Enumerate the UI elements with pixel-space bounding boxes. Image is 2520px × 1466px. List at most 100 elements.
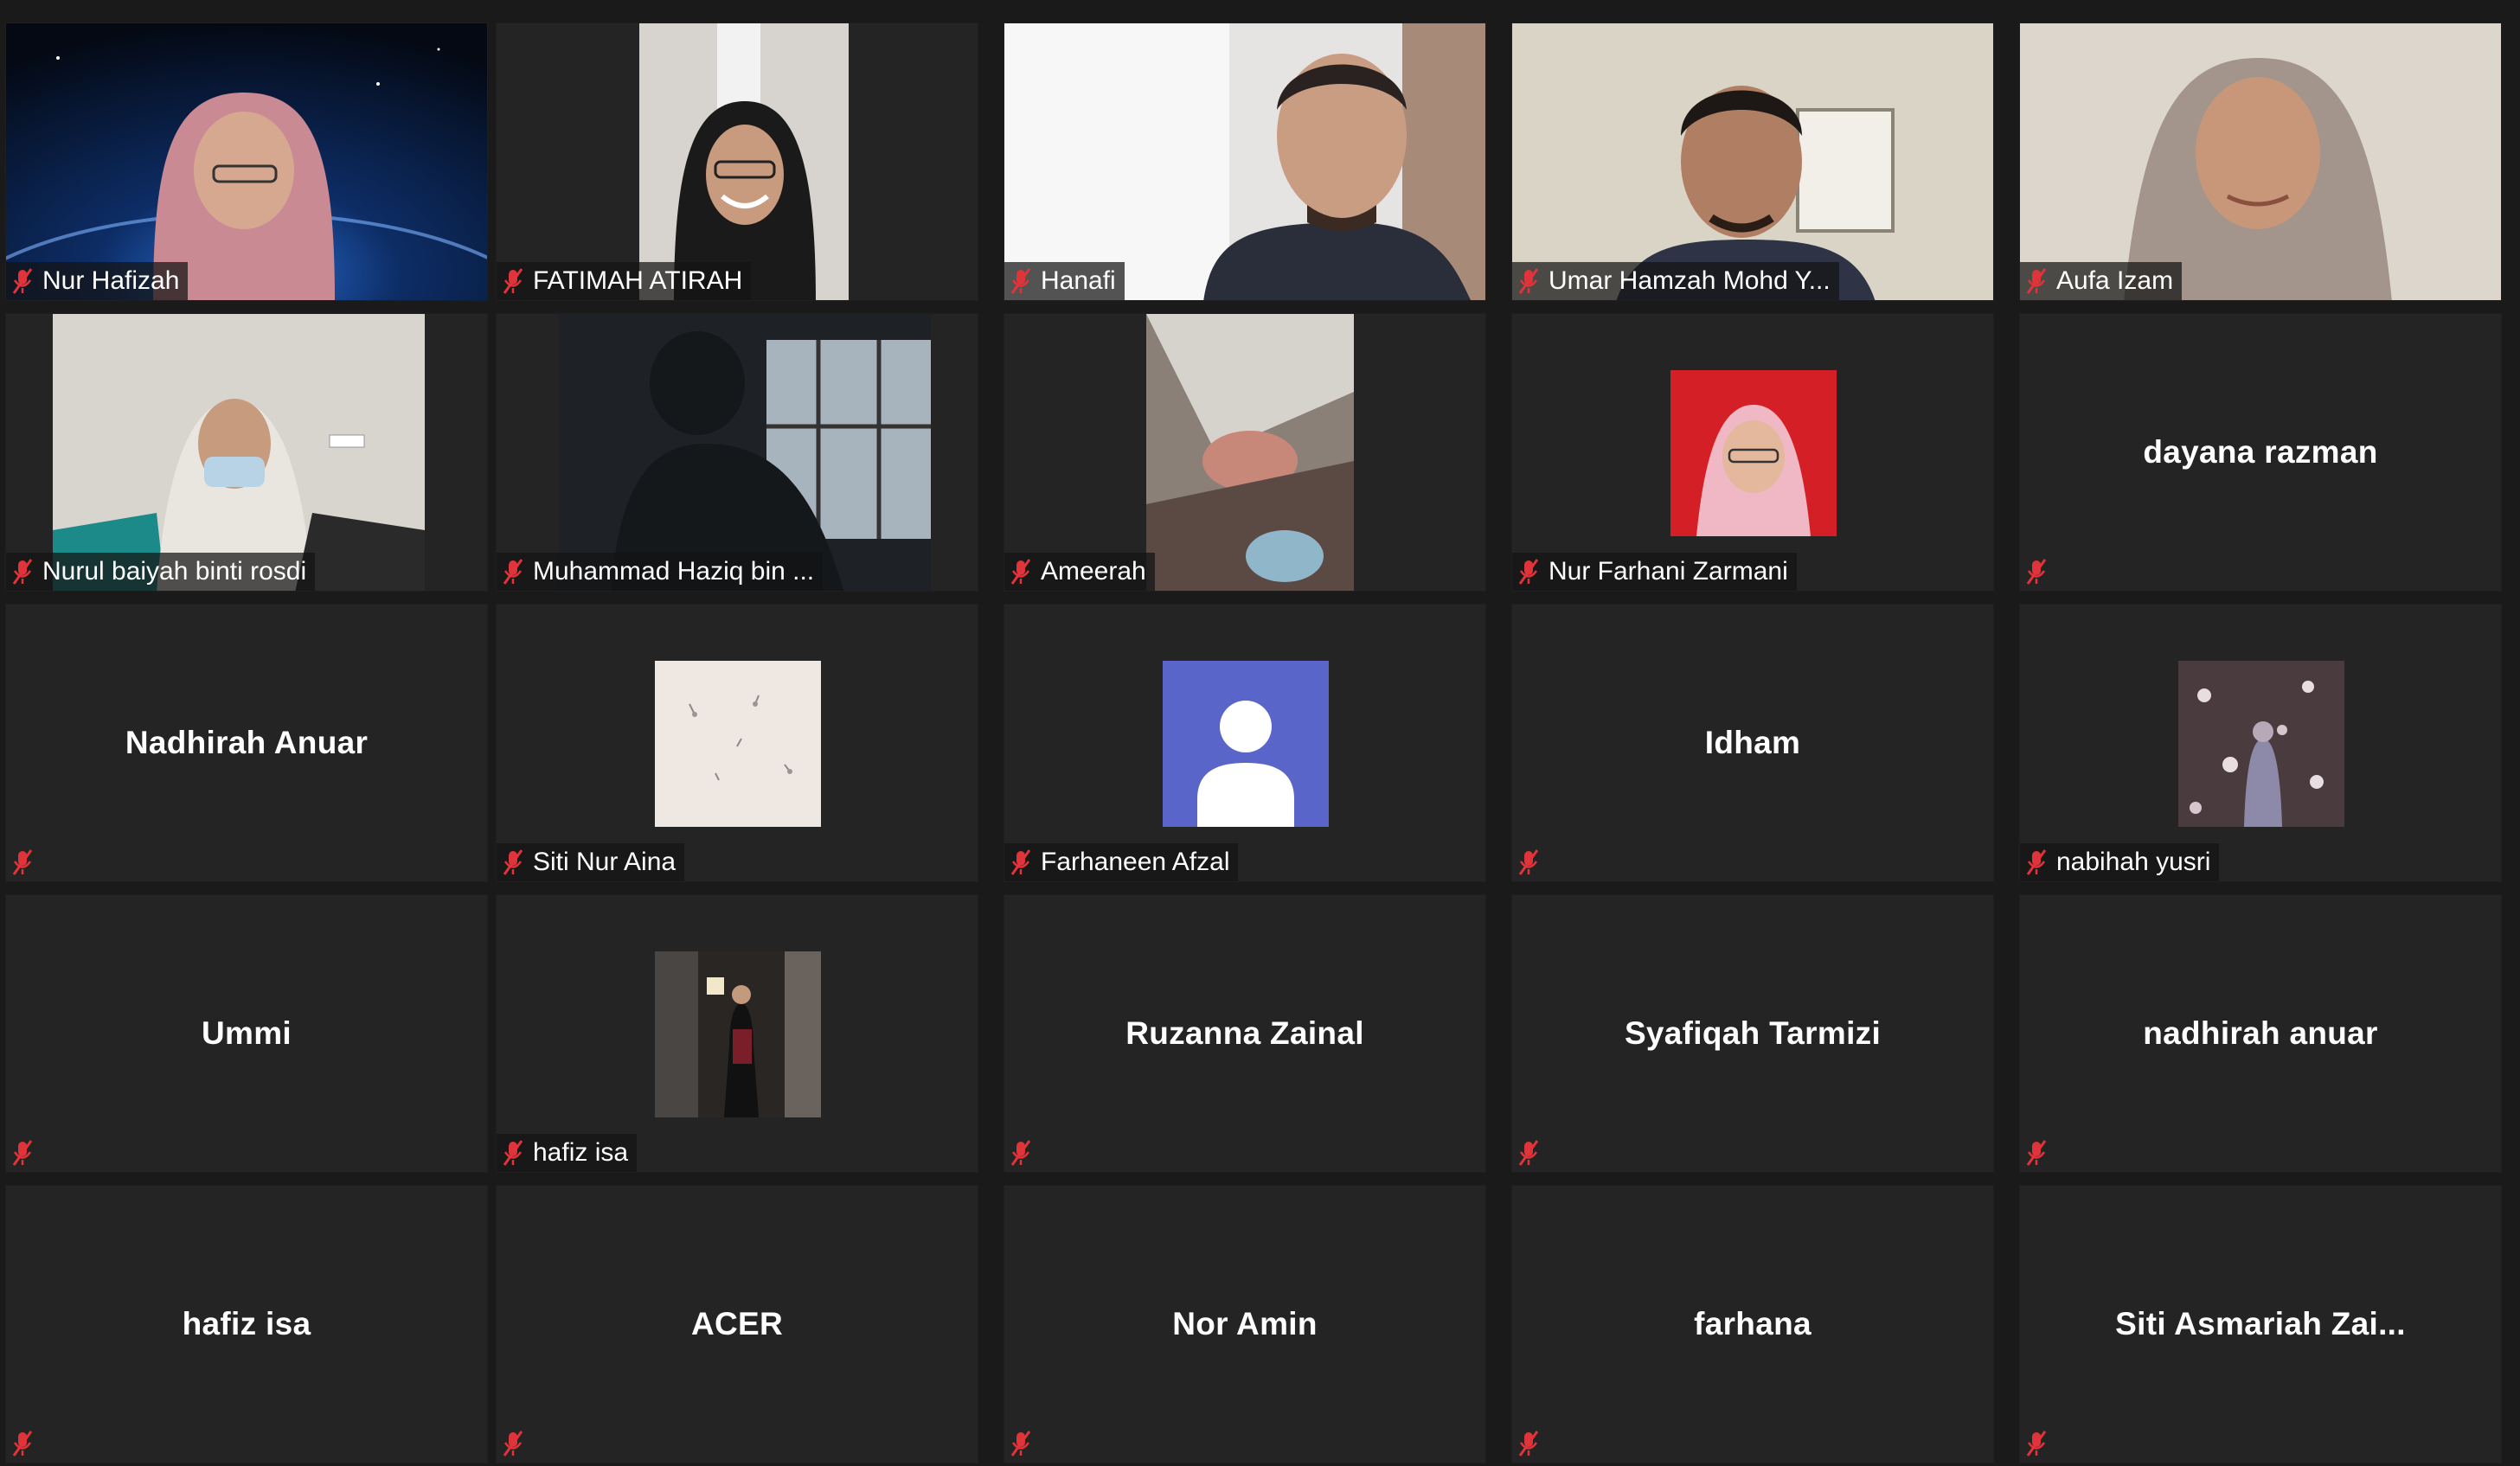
participant-tile[interactable]: Hanafi [1004, 22, 1486, 301]
mic-muted-icon [503, 1140, 523, 1166]
participant-tile[interactable]: hafiz isa [5, 1185, 488, 1463]
participant-video [639, 23, 849, 300]
participant-name-display: hafiz isa [182, 1306, 311, 1341]
mic-muted-icon [1010, 559, 1031, 585]
participant-name-display: Nor Amin [1172, 1306, 1318, 1341]
participant-tile[interactable]: Aufa Izam [2019, 22, 2502, 301]
participant-name: Nurul baiyah binti rosdi [42, 557, 307, 586]
mic-muted-icon [1010, 1431, 1031, 1456]
participant-name: FATIMAH ATIRAH [533, 266, 743, 295]
participant-name-display: Siti Asmariah Zai... [2115, 1306, 2406, 1341]
participant-video [2020, 23, 2501, 300]
participant-name: Umar Hamzah Mohd Y... [1549, 266, 1831, 295]
participant-name: nabihah yusri [2056, 848, 2211, 876]
person-silhouette-icon [1163, 661, 1329, 827]
name-plate [6, 843, 42, 881]
participant-tile[interactable]: Farhaneen Afzal [1004, 604, 1486, 882]
mic-muted-icon [12, 849, 33, 875]
participant-name-display: nadhirah anuar [2143, 1015, 2378, 1051]
participant-tile[interactable]: nadhirah anuar [2019, 894, 2502, 1173]
name-plate [2020, 553, 2056, 591]
name-plate: Ameerah [1004, 553, 1155, 591]
participant-tile[interactable]: Nor Amin [1004, 1185, 1486, 1463]
mic-muted-icon [503, 268, 523, 294]
participant-profile-photo [1670, 370, 1837, 536]
name-plate [1004, 1134, 1041, 1172]
participant-tile[interactable]: Ruzanna Zainal [1004, 894, 1486, 1173]
mic-muted-icon [2026, 268, 2047, 294]
participant-name: Farhaneen Afzal [1041, 848, 1230, 876]
name-plate: Nurul baiyah binti rosdi [6, 553, 316, 591]
participant-tile[interactable]: Idham [1511, 604, 1994, 882]
participant-video [1146, 314, 1354, 591]
name-plate [1512, 1134, 1549, 1172]
mic-muted-icon [1010, 849, 1031, 875]
participant-profile-photo [655, 951, 821, 1117]
participant-video [1512, 23, 1993, 300]
mic-muted-icon [1010, 268, 1031, 294]
name-plate [6, 1134, 42, 1172]
participant-name: Nur Farhani Zarmani [1549, 557, 1788, 586]
mic-muted-icon [12, 268, 33, 294]
participant-name: hafiz isa [533, 1138, 629, 1167]
participant-video [559, 314, 931, 591]
name-plate [2020, 1134, 2056, 1172]
name-plate: FATIMAH ATIRAH [497, 262, 752, 300]
participant-tile[interactable]: Siti Nur Aina [496, 604, 978, 882]
participant-tile[interactable]: hafiz isa [496, 894, 978, 1173]
participant-video [53, 314, 425, 591]
name-plate [2020, 1424, 2056, 1463]
name-plate [497, 1424, 533, 1463]
participant-tile[interactable]: Ummi [5, 894, 488, 1173]
participant-tile[interactable]: farhana [1511, 1185, 1994, 1463]
participant-name-display: farhana [1694, 1306, 1811, 1341]
participant-tile[interactable]: FATIMAH ATIRAH [496, 22, 978, 301]
participant-name: Nur Hafizah [42, 266, 180, 295]
participant-name: Siti Nur Aina [533, 848, 676, 876]
participant-name: Hanafi [1041, 266, 1116, 295]
participant-tile[interactable]: nabihah yusri [2019, 604, 2502, 882]
participant-tile[interactable]: ACER [496, 1185, 978, 1463]
participant-name-display: ACER [690, 1306, 784, 1341]
participant-tile[interactable]: Siti Asmariah Zai... [2019, 1185, 2502, 1463]
participant-tile[interactable]: Nadhirah Anuar [5, 604, 488, 882]
participant-tile[interactable]: Umar Hamzah Mohd Y... [1511, 22, 1994, 301]
mic-muted-icon [1010, 1140, 1031, 1166]
mic-muted-icon [1518, 268, 1539, 294]
participant-tile[interactable]: Syafiqah Tarmizi [1511, 894, 1994, 1173]
participant-video [1004, 23, 1485, 300]
participant-profile-photo [655, 661, 821, 827]
mic-muted-icon [2026, 1140, 2047, 1166]
name-plate [1512, 1424, 1549, 1463]
mic-muted-icon [2026, 1431, 2047, 1456]
participant-name: Ameerah [1041, 557, 1146, 586]
participant-name-display: dayana razman [2143, 434, 2378, 470]
name-plate: Muhammad Haziq bin ... [497, 553, 824, 591]
participant-tile[interactable]: Nur Hafizah [5, 22, 488, 301]
participant-name-display: Nadhirah Anuar [125, 725, 369, 760]
mic-muted-icon [503, 559, 523, 585]
participant-tile[interactable]: Nurul baiyah binti rosdi [5, 313, 488, 592]
participant-tile[interactable]: Muhammad Haziq bin ... [496, 313, 978, 592]
participant-name-display: Ummi [202, 1015, 292, 1051]
participant-gallery: Nur Hafizah FATIMAH ATIRAH Hanafi Umar H… [0, 0, 2520, 1466]
name-plate: hafiz isa [497, 1134, 638, 1172]
mic-muted-icon [503, 849, 523, 875]
name-plate: Farhaneen Afzal [1004, 843, 1239, 881]
name-plate [1512, 843, 1549, 881]
mic-muted-icon [2026, 559, 2047, 585]
participant-tile[interactable]: Ameerah [1004, 313, 1486, 592]
mic-muted-icon [1518, 849, 1539, 875]
name-plate: Nur Farhani Zarmani [1512, 553, 1797, 591]
name-plate [6, 1424, 42, 1463]
participant-name-display: Ruzanna Zainal [1125, 1015, 1364, 1051]
mic-muted-icon [1518, 1140, 1539, 1166]
mic-muted-icon [503, 1431, 523, 1456]
name-plate: Hanafi [1004, 262, 1125, 300]
participant-name: Muhammad Haziq bin ... [533, 557, 815, 586]
participant-tile[interactable]: Nur Farhani Zarmani [1511, 313, 1994, 592]
participant-tile[interactable]: dayana razman [2019, 313, 2502, 592]
participant-video [6, 23, 487, 300]
mic-muted-icon [12, 559, 33, 585]
participant-profile-photo [2178, 661, 2344, 827]
